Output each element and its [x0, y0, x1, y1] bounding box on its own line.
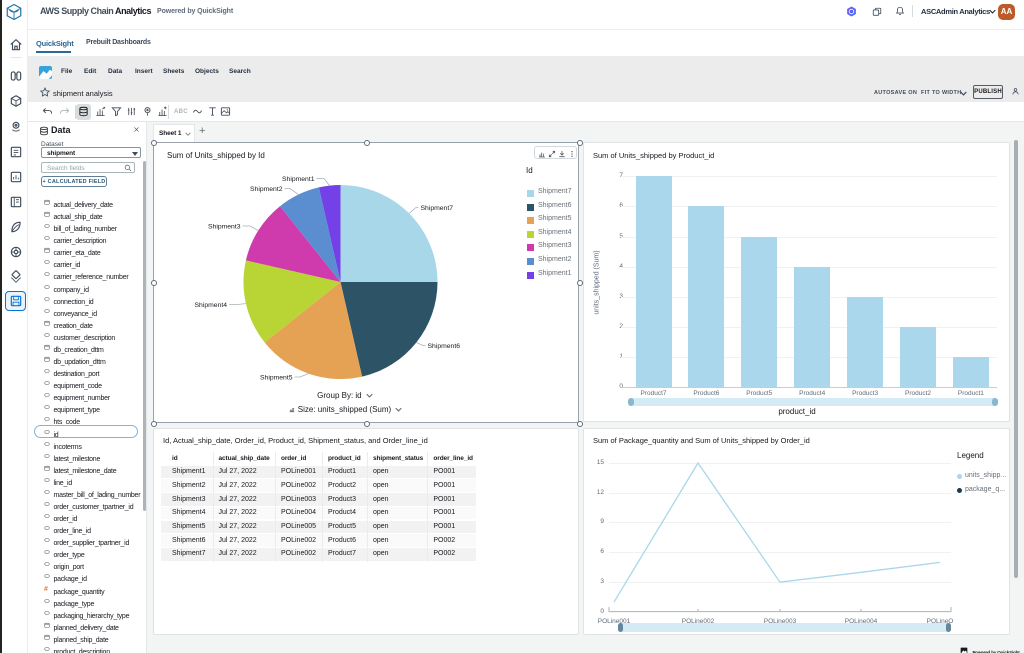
- svg-text:Shipment6: Shipment6: [428, 343, 461, 350]
- svg-text:Shipment3: Shipment3: [208, 224, 241, 231]
- svg-text:Shipment2: Shipment2: [250, 186, 283, 193]
- svg-text:Shipment4: Shipment4: [195, 302, 228, 309]
- svg-text:Shipment1: Shipment1: [282, 176, 315, 183]
- svg-text:Shipment5: Shipment5: [260, 375, 293, 382]
- svg-text:Shipment7: Shipment7: [421, 205, 454, 212]
